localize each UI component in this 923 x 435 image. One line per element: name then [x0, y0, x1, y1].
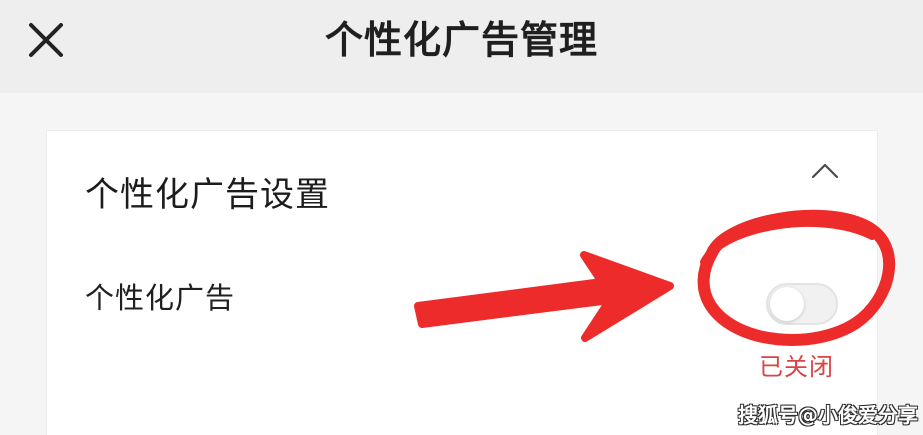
toggle-knob: [770, 287, 804, 321]
watermark-text: 搜狐号@小俊爱分享: [738, 403, 918, 427]
section-title: 个性化广告设置: [85, 175, 330, 215]
ad-settings-card: 个性化广告设置 个性化广告 已关闭: [46, 130, 878, 435]
toggle-status-text: 已关闭: [759, 353, 834, 381]
top-navigation-bar: 个性化广告管理: [0, 0, 923, 93]
personalized-ad-toggle[interactable]: [766, 283, 838, 325]
personalized-ad-label: 个性化广告: [85, 281, 236, 315]
chevron-up-icon: [811, 163, 839, 179]
collapse-section-button[interactable]: [809, 159, 841, 183]
personalized-ad-management-page: 个性化广告管理 个性化广告设置 个性化广告 已关闭 搜狐号@小俊爱分享: [0, 0, 923, 435]
page-title: 个性化广告管理: [324, 18, 598, 62]
